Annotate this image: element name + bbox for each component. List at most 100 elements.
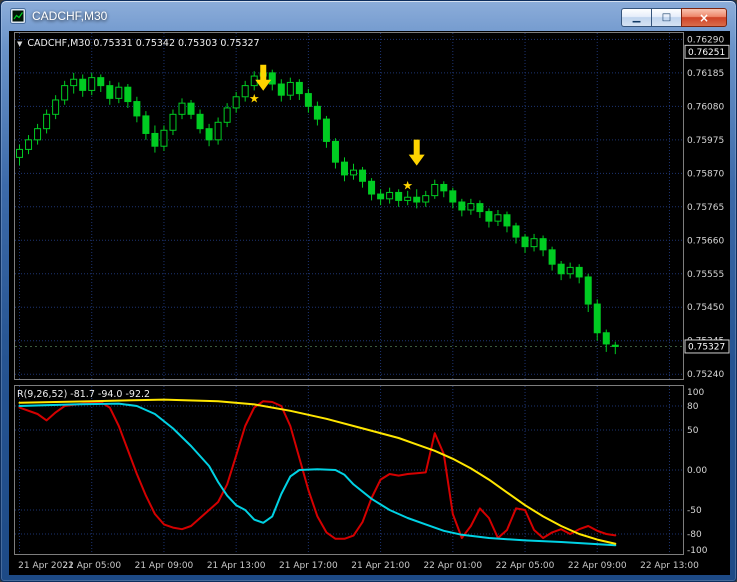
candle-body	[340, 161, 348, 176]
time-label: 21 Apr 17:00	[279, 561, 338, 571]
candle-body	[548, 249, 556, 265]
chart-area: ★ ★ 0.76290 0.76185 0.76080 0.75975 0.75870 0.7…	[9, 31, 730, 575]
candle-body	[313, 105, 321, 120]
app-icon	[10, 8, 26, 24]
candle-body	[88, 77, 96, 91]
maximize-button[interactable]: □	[651, 8, 681, 27]
candle-body	[25, 139, 33, 150]
price-chart[interactable]: ★★0.762900.761850.760800.759750.758700.7…	[9, 31, 730, 383]
candle-body	[70, 78, 78, 87]
indicator-scale-label: 80	[687, 402, 699, 412]
candle-body	[476, 203, 484, 213]
candle-body	[196, 113, 204, 130]
minimize-button[interactable]: ▁	[621, 8, 651, 27]
candle-body	[187, 102, 195, 115]
candle-body	[449, 190, 457, 203]
price-label: 0.76290	[687, 35, 724, 45]
window-titlebar[interactable]: CADCHF,M30 ▁ □ ×	[1, 1, 736, 31]
indicator-scale-label: -80	[687, 530, 702, 540]
candle-body	[322, 118, 330, 142]
candle-body	[485, 211, 493, 222]
time-label: 21 Apr 09:00	[134, 561, 194, 571]
candle-body	[557, 263, 565, 275]
ohlc-text: CADCHF,M30 0.75331 0.75342 0.75303 0.753…	[27, 38, 260, 49]
candle-body	[413, 196, 421, 203]
candle-body	[52, 99, 60, 115]
indicator-axis[interactable]: 100 80 50 0.00 -50 -80 -100	[687, 388, 708, 556]
price-label: 0.75765	[687, 203, 724, 213]
indicator-label: R(9,26,52) -81.7 -94.0 -92.2	[17, 389, 151, 400]
candle-body	[350, 169, 358, 176]
candle-body	[43, 113, 51, 130]
chart-frame	[14, 32, 684, 380]
candle-body	[16, 148, 24, 158]
price-label: 0.75450	[687, 303, 724, 313]
candle-body	[611, 344, 619, 347]
price-label: 0.75870	[687, 169, 724, 179]
candle-body	[151, 132, 159, 147]
candle-body	[34, 128, 42, 141]
candle-body	[97, 77, 105, 87]
candle-body	[232, 96, 240, 109]
collapse-triangle-icon[interactable]: ▼	[17, 40, 22, 48]
time-label: 21 Apr 05:00	[62, 561, 122, 571]
time-label: 22 Apr 09:00	[567, 561, 627, 571]
candle-body	[124, 86, 132, 103]
price-label: 0.75660	[687, 236, 724, 246]
candle-body	[331, 140, 339, 163]
indicator-panel[interactable]: 100 80 50 0.00 -50 -80 -100	[9, 385, 730, 557]
price-label: 0.76185	[687, 69, 724, 79]
star-icon: ★	[249, 91, 260, 105]
candle-body	[106, 85, 114, 99]
candle-body	[61, 85, 69, 101]
time-axis[interactable]: 21 Apr 2022 21 Apr 05:00 21 Apr 09:00 21 Ap…	[9, 557, 730, 575]
price-axis[interactable]: 0.76290 0.76185 0.76080 0.75975 0.75870 0.757…	[684, 35, 730, 380]
candle-body	[593, 303, 601, 334]
candle-body	[115, 86, 123, 99]
candle-body	[205, 128, 213, 141]
price-label: 0.75975	[687, 136, 724, 146]
candle-body	[277, 83, 285, 96]
indicator-scale-label: 50	[687, 426, 699, 436]
price-label: 0.75555	[687, 270, 724, 280]
candle-body	[160, 129, 168, 147]
time-label: 22 Apr 01:00	[423, 561, 483, 571]
time-label: 21 Apr 21:00	[351, 561, 410, 571]
candle-body	[142, 115, 150, 134]
candle-body	[503, 214, 511, 227]
time-label: 22 Apr 05:00	[495, 561, 555, 571]
indicator-scale-label: 100	[687, 388, 704, 398]
indicator-scale-label: -50	[687, 506, 702, 516]
candle-body	[268, 72, 276, 85]
candle-body	[512, 225, 520, 238]
close-button[interactable]: ×	[681, 8, 727, 27]
candle-body	[395, 191, 403, 201]
minimize-icon: ▁	[632, 11, 641, 23]
mt4-chart-window: CADCHF,M30 ▁ □ × ★ ★ 0.76290 0.76185 0.76080…	[0, 0, 737, 582]
window-controls: ▁ □ ×	[621, 8, 727, 27]
candle-body	[566, 266, 574, 275]
candle-body	[214, 121, 222, 141]
price-label: 0.76080	[687, 102, 724, 112]
close-icon: ×	[698, 10, 710, 25]
candle-body	[386, 191, 394, 200]
candle-body	[467, 203, 475, 211]
candle-body	[295, 81, 303, 95]
current-price-label: 0.76251	[688, 48, 725, 58]
candle-body	[169, 113, 177, 131]
ohlc-info-line: ▼ CADCHF,M30 0.75331 0.75342 0.75303 0.7…	[17, 38, 260, 49]
candle-body	[458, 201, 466, 211]
candle-body	[223, 107, 231, 123]
time-label: 21 Apr 13:00	[206, 561, 266, 571]
candle-body	[440, 183, 448, 192]
candle-body	[79, 78, 87, 91]
candle-body	[584, 276, 592, 305]
candle-body	[241, 85, 249, 98]
candle-body	[368, 180, 376, 195]
indicator-scale-label: 0.00	[687, 466, 707, 476]
candle-body	[575, 266, 583, 278]
candle-body	[431, 183, 439, 197]
candlesticks	[16, 68, 619, 355]
candle-body	[133, 101, 141, 117]
candle-body	[602, 332, 610, 345]
